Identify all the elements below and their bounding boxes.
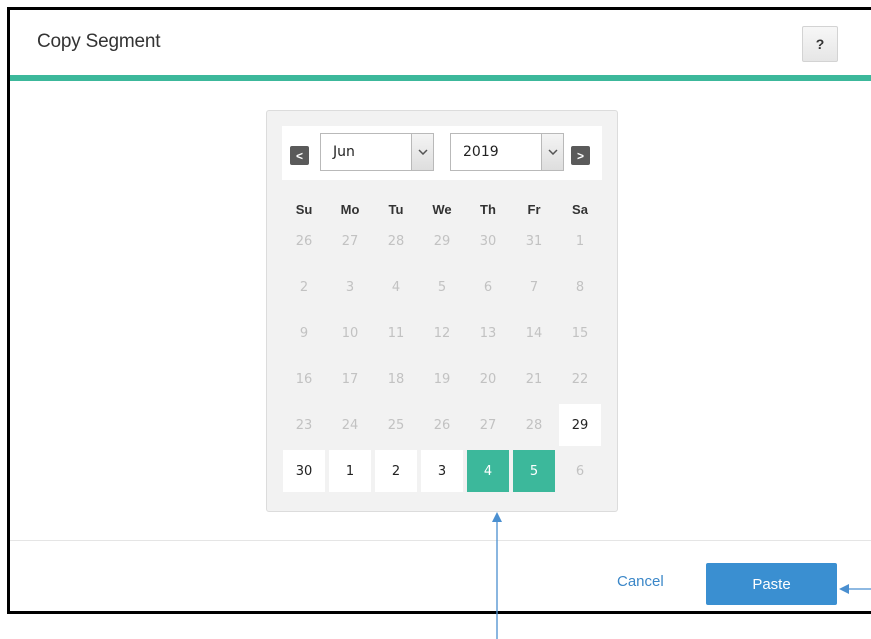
calendar-day[interactable]: 2 (375, 450, 417, 492)
calendar-day: 11 (387, 325, 405, 341)
calendar-day: 5 (437, 279, 447, 295)
weekday-header: Th (480, 202, 496, 217)
frame-border-top (7, 7, 871, 10)
calendar-day: 9 (299, 325, 309, 341)
calendar-day: 26 (295, 233, 313, 249)
calendar-day[interactable]: 29 (559, 404, 601, 446)
chevron-down-icon (411, 134, 433, 170)
calendar-day-selected[interactable]: 4 (467, 450, 509, 492)
calendar-day: 13 (479, 325, 497, 341)
calendar-day: 28 (525, 417, 543, 433)
calendar-day[interactable]: 30 (283, 450, 325, 492)
weekday-header: Tu (388, 202, 404, 217)
next-month-button[interactable]: > (571, 146, 590, 165)
year-select[interactable]: 2019 (450, 133, 564, 171)
calendar-day: 4 (391, 279, 401, 295)
calendar-day: 3 (345, 279, 355, 295)
calendar-day: 27 (341, 233, 359, 249)
calendar-day: 21 (525, 371, 543, 387)
calendar-day: 26 (433, 417, 451, 433)
calendar-day[interactable]: 3 (421, 450, 463, 492)
prev-month-button[interactable]: < (290, 146, 309, 165)
calendar-day: 17 (341, 371, 359, 387)
calendar-day: 8 (575, 279, 585, 295)
help-button[interactable]: ? (802, 26, 838, 62)
weekday-header: Mo (340, 202, 360, 217)
month-select[interactable]: Jun (320, 133, 434, 171)
calendar-day: 18 (387, 371, 405, 387)
weekday-header: Fr (527, 202, 541, 217)
paste-button[interactable]: Paste (706, 563, 837, 605)
calendar-day: 6 (483, 279, 493, 295)
calendar-day: 23 (295, 417, 313, 433)
calendar-day: 10 (341, 325, 359, 341)
footer-divider (10, 540, 871, 541)
frame-border-left (7, 7, 10, 612)
calendar-day: 24 (341, 417, 359, 433)
calendar-day: 16 (295, 371, 313, 387)
calendar-day: 6 (575, 463, 585, 479)
weekday-header: We (432, 202, 452, 217)
weekday-header: Su (295, 202, 313, 217)
calendar-day: 28 (387, 233, 405, 249)
calendar-day: 1 (575, 233, 585, 249)
month-select-value: Jun (333, 144, 355, 160)
arrow-left-annotation (839, 584, 871, 594)
dialog-title: Copy Segment (37, 31, 161, 52)
calendar-day-selected[interactable]: 5 (513, 450, 555, 492)
calendar-day: 7 (529, 279, 539, 295)
calendar-day: 27 (479, 417, 497, 433)
calendar-day[interactable]: 1 (329, 450, 371, 492)
calendar-day: 30 (479, 233, 497, 249)
weekday-header: Sa (572, 202, 588, 217)
cancel-button[interactable]: Cancel (617, 573, 664, 590)
calendar-day: 15 (571, 325, 589, 341)
header-accent-bar (10, 75, 871, 81)
year-select-value: 2019 (463, 144, 499, 160)
calendar-day: 22 (571, 371, 589, 387)
calendar-day: 2 (299, 279, 309, 295)
calendar-day: 29 (433, 233, 451, 249)
frame-border-bottom (7, 611, 871, 614)
chevron-down-icon (541, 134, 563, 170)
calendar-day: 31 (525, 233, 543, 249)
calendar-day: 19 (433, 371, 451, 387)
calendar-day: 25 (387, 417, 405, 433)
arrow-up-annotation (492, 512, 502, 639)
calendar-day: 20 (479, 371, 497, 387)
calendar-day: 14 (525, 325, 543, 341)
calendar-day: 12 (433, 325, 451, 341)
